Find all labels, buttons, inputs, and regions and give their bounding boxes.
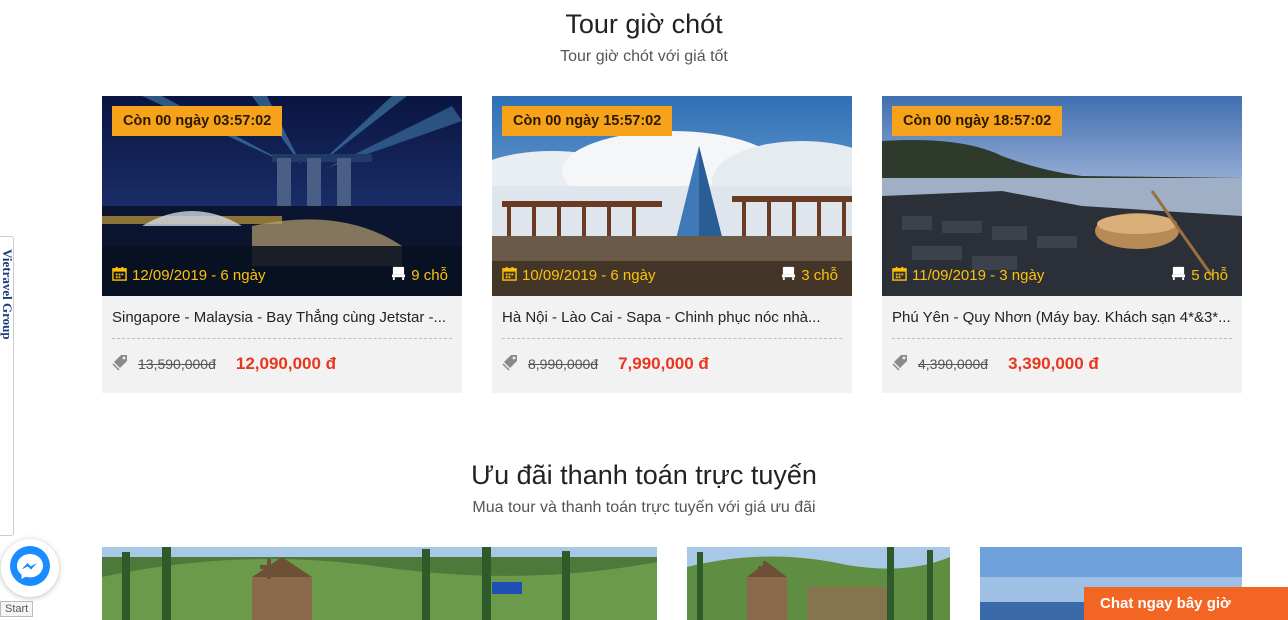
messenger-button[interactable] [1, 539, 59, 597]
countdown-badge: Còn 00 ngày 18:57:02 [892, 106, 1063, 136]
start-label[interactable]: Start [0, 601, 34, 617]
new-price: 12,090,000 đ [235, 354, 337, 373]
calendar-icon [112, 266, 127, 285]
vietravel-group-label: Vietravel Group [0, 249, 14, 340]
tour-card-singapore[interactable]: Còn 00 ngày 03:57:02 12/09/2019 - 6 ngày… [102, 96, 462, 393]
chat-now-button[interactable]: Chat ngay bây giờ [1084, 587, 1288, 620]
new-price: 7,990,000 đ [618, 354, 709, 373]
old-price: 8,990,000đ [528, 356, 599, 372]
divider [502, 338, 842, 339]
section-subtitle-last-minute: Tour giờ chót với giá tốt [560, 48, 728, 65]
tour-date: 12/09/2019 - 6 ngày [132, 267, 266, 284]
price-tag-icon [892, 353, 910, 376]
tour-name[interactable]: Singapore - Malaysia - Bay Thẳng cùng Je… [112, 309, 452, 326]
divider [892, 338, 1232, 339]
tour-card-phu-yen[interactable]: Còn 00 ngày 18:57:02 11/09/2019 - 3 ngày… [882, 96, 1242, 393]
countdown-badge: Còn 00 ngày 15:57:02 [502, 106, 673, 136]
tour-name[interactable]: Phú Yên - Quy Nhơn (Máy bay. Khách sạn 4… [892, 309, 1232, 326]
section-subtitle-online-payment: Mua tour và thanh toán trực tuyến với gi… [472, 499, 816, 516]
divider [112, 338, 452, 339]
promo-banner-large[interactable] [102, 547, 657, 620]
price-tag-icon [502, 353, 520, 376]
seat-icon [1171, 266, 1186, 284]
section-title-online-payment: Ưu đãi thanh toán trực tuyến [471, 460, 817, 490]
seats-left: 9 chỗ [411, 266, 448, 284]
messenger-icon [9, 545, 51, 592]
seats-left: 5 chỗ [1191, 266, 1228, 284]
old-price: 4,390,000đ [918, 356, 989, 372]
seats-left: 3 chỗ [801, 266, 838, 284]
seat-icon [391, 266, 406, 284]
seat-icon [781, 266, 796, 284]
new-price: 3,390,000 đ [1008, 354, 1099, 373]
calendar-icon [502, 266, 517, 285]
price-tag-icon [112, 353, 130, 376]
section-title-last-minute: Tour giờ chót [565, 9, 723, 39]
tour-date: 10/09/2019 - 6 ngày [522, 267, 656, 284]
calendar-icon [892, 266, 907, 285]
promo-banner-medium[interactable] [687, 547, 950, 620]
tour-date: 11/09/2019 - 3 ngày [912, 267, 1045, 284]
countdown-badge: Còn 00 ngày 03:57:02 [112, 106, 283, 136]
tour-name[interactable]: Hà Nội - Lào Cai - Sapa - Chinh phục nóc… [502, 309, 842, 326]
vietravel-group-tab[interactable]: Vietravel Group [0, 236, 14, 536]
tour-card-sapa[interactable]: Còn 00 ngày 15:57:02 10/09/2019 - 6 ngày… [492, 96, 852, 393]
old-price: 13,590,000đ [138, 356, 216, 372]
